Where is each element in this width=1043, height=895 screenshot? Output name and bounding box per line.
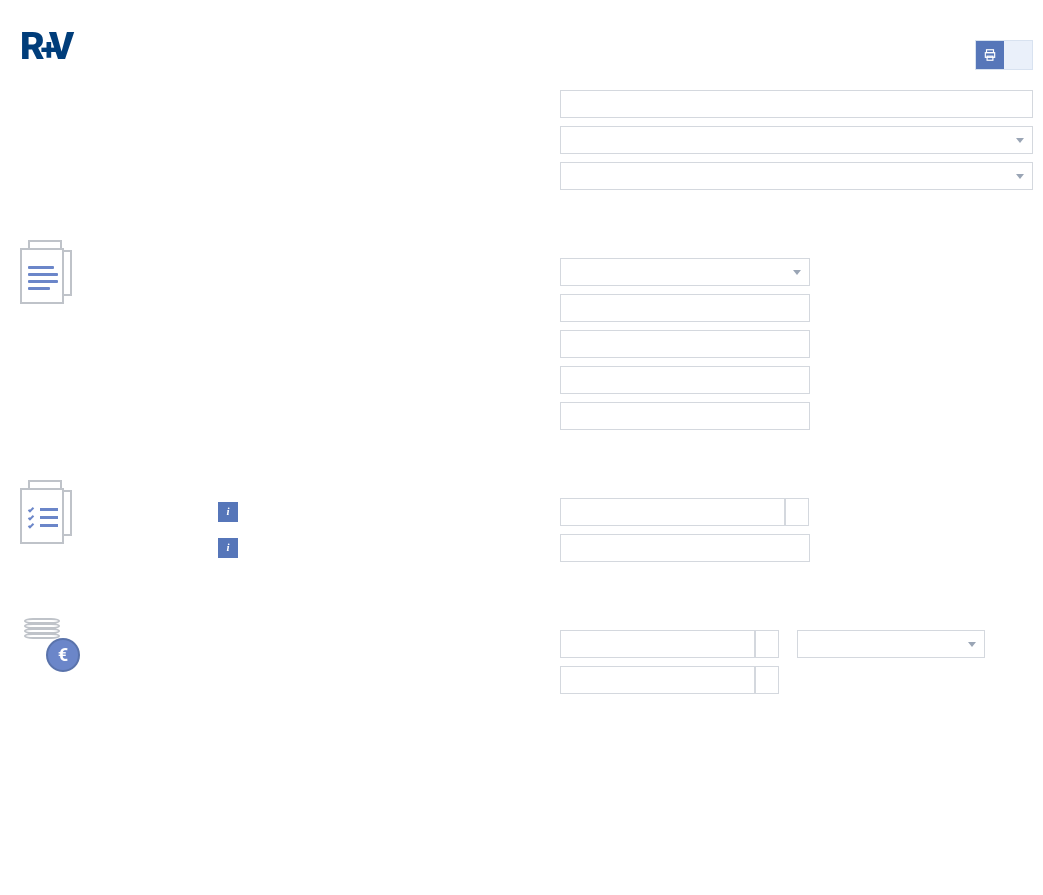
input-vertragsnummer[interactable] xyxy=(560,330,810,358)
info-icon[interactable]: i xyxy=(218,538,238,558)
chevron-down-icon xyxy=(968,642,976,647)
print-button[interactable] xyxy=(975,40,1033,70)
unit-percent xyxy=(755,666,779,694)
chevron-down-icon xyxy=(1016,138,1024,143)
input-dynamik[interactable] xyxy=(560,666,755,694)
input-leistung-bis[interactable] xyxy=(560,534,810,562)
input-bezeichnung[interactable] xyxy=(560,90,1033,118)
select-unternehmen[interactable] xyxy=(560,162,1033,190)
input-tarif[interactable] xyxy=(560,294,810,322)
input-beitrag[interactable] xyxy=(560,630,755,658)
document-checklist-icon xyxy=(20,480,72,544)
select-beitrag-period[interactable] xyxy=(797,630,985,658)
info-icon[interactable]: i xyxy=(218,502,238,522)
select-versicherte-person[interactable] xyxy=(560,258,810,286)
select-versicherungsnehmer[interactable] xyxy=(560,126,1033,154)
document-lines-icon xyxy=(20,240,72,304)
unit-euro xyxy=(785,498,809,526)
input-versicherungsende[interactable] xyxy=(560,402,810,430)
logo-rv: R+V xyxy=(20,25,190,69)
chevron-down-icon xyxy=(1016,174,1024,179)
unit-euro xyxy=(755,630,779,658)
input-versicherungsbeginn[interactable] xyxy=(560,366,810,394)
printer-icon xyxy=(976,41,1004,69)
input-bu-rente[interactable] xyxy=(560,498,785,526)
chevron-down-icon xyxy=(793,270,801,275)
coins-euro-icon: € xyxy=(20,612,90,672)
